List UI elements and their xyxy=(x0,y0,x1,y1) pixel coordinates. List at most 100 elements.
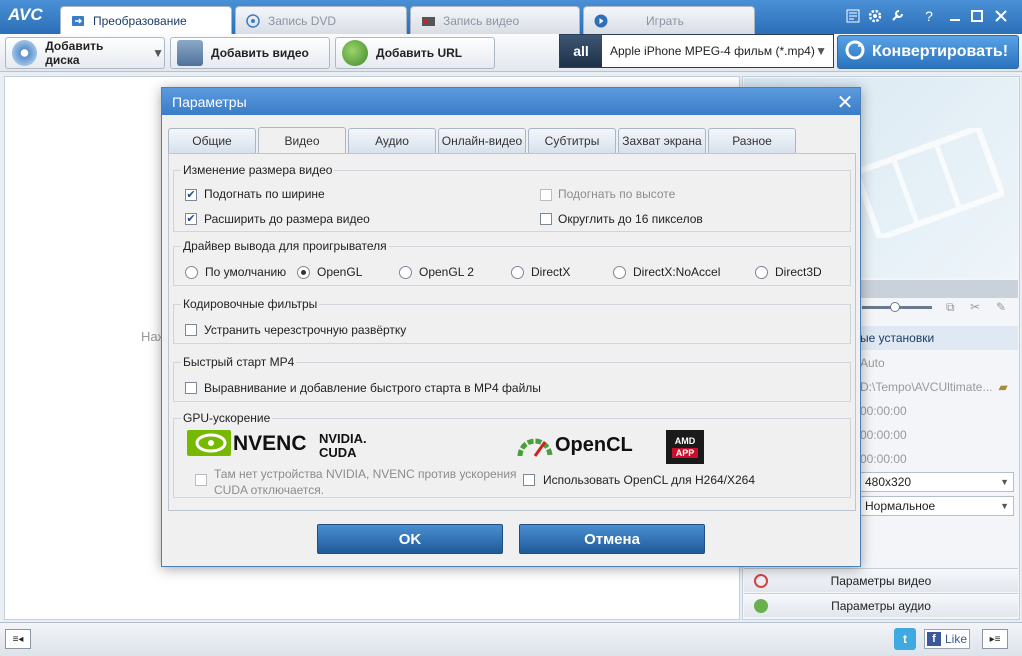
tab-audio[interactable]: Аудио xyxy=(348,128,436,153)
group-title: Изменение размера видео xyxy=(181,163,335,177)
add-video-button[interactable]: Добавить видео xyxy=(170,37,330,69)
tab-record[interactable]: Запись видео xyxy=(410,6,580,34)
resolution-select[interactable]: 480x320 ▼ xyxy=(860,472,1014,492)
video-params-icon xyxy=(754,574,768,588)
amd-app-logo: AMD APP xyxy=(666,430,704,464)
wrench-icon[interactable] xyxy=(886,6,908,26)
group-title: GPU-ускорение xyxy=(181,411,273,425)
tab-general[interactable]: Общие xyxy=(168,128,256,153)
nvenc-logo: NVENC xyxy=(233,432,307,455)
record-icon xyxy=(421,14,435,28)
video-params-label: Параметры видео xyxy=(830,573,932,588)
tab-label: Преобразование xyxy=(93,14,187,28)
scissors-icon[interactable]: ✂ xyxy=(970,300,980,314)
opencl-label: Использовать OpenCL для H264/X264 xyxy=(543,473,756,487)
tab-subtitles[interactable]: Субтитры xyxy=(528,128,616,153)
tab-video[interactable]: Видео xyxy=(258,127,346,154)
deinterlace-checkbox[interactable] xyxy=(185,324,197,336)
chevron-down-icon: ▼ xyxy=(1000,477,1009,487)
add-url-button[interactable]: Добавить URL xyxy=(335,37,495,69)
tab-online-video[interactable]: Онлайн-видео xyxy=(438,128,526,153)
dialog-title: Параметры xyxy=(162,88,860,115)
expand-label: Расширить до размера видео xyxy=(204,212,370,226)
fit-height-checkbox[interactable] xyxy=(540,189,552,201)
setting-value[interactable]: 00:00:00 xyxy=(858,423,1018,447)
tab-convert[interactable]: Преобразование xyxy=(60,6,232,35)
setting-value[interactable]: 00:00:00 xyxy=(858,447,1018,471)
driver-opengl-radio[interactable] xyxy=(297,266,310,279)
ok-button[interactable]: OK xyxy=(317,524,503,554)
deinterlace-label: Устранить черезстрочную развёртку xyxy=(204,323,407,337)
driver-opengl2-label: OpenGL 2 xyxy=(419,265,474,279)
output-profile-select[interactable]: all Apple iPhone MPEG-4 фильм (*.mp4) ▼ xyxy=(559,34,834,68)
globe-plus-icon xyxy=(342,40,368,66)
tools-icon[interactable]: ✎ xyxy=(996,300,1006,314)
play-icon xyxy=(594,14,608,28)
cancel-button[interactable]: Отмена xyxy=(519,524,705,554)
disc-icon xyxy=(246,13,260,28)
tab-screen-capture[interactable]: Захват экрана xyxy=(618,128,706,153)
maximize-icon[interactable] xyxy=(966,6,988,26)
dropdown-arrow-icon[interactable]: ▼ xyxy=(152,46,164,60)
fit-width-checkbox[interactable]: ✔ xyxy=(185,189,197,201)
opencl-logo: OpenCL xyxy=(555,434,633,456)
nvidia-checkbox[interactable] xyxy=(195,474,207,486)
film-strip-icon xyxy=(854,128,1004,238)
volume-handle[interactable] xyxy=(890,302,900,312)
toggle-right-panel-icon[interactable]: ▸≡ xyxy=(982,629,1008,649)
driver-default-radio[interactable] xyxy=(185,266,198,279)
profile-label: Apple iPhone MPEG-4 фильм (*.mp4) xyxy=(610,44,815,58)
nvidia-note-line-1: Там нет устройства NVIDIA, NVENC против … xyxy=(214,467,517,481)
convert-icon xyxy=(71,14,85,28)
close-icon[interactable]: ✕ xyxy=(834,91,856,114)
driver-opengl2-radio[interactable] xyxy=(399,266,412,279)
round16-checkbox[interactable] xyxy=(540,213,552,225)
fit-width-label: Подогнать по ширине xyxy=(204,187,325,201)
close-icon[interactable] xyxy=(990,6,1012,26)
round16-label: Округлить до 16 пикселов xyxy=(558,212,703,226)
quality-select[interactable]: Нормальное ▼ xyxy=(860,496,1014,516)
profile-all-icon: all xyxy=(560,35,602,67)
quality-value: Нормальное xyxy=(865,499,936,513)
film-plus-icon xyxy=(177,40,203,66)
folder-icon[interactable]: ▰ xyxy=(998,380,1007,394)
nvidia-logo: NVIDIA. xyxy=(319,431,367,446)
convert-button[interactable]: Конвертировать! xyxy=(837,35,1019,69)
tab-dvd[interactable]: Запись DVD xyxy=(235,6,407,34)
driver-direct3d-radio[interactable] xyxy=(755,266,768,279)
facebook-like-button[interactable]: f Like xyxy=(924,629,970,649)
setting-value[interactable]: 00:00:00 xyxy=(858,399,1018,423)
settings-dialog: Параметры ✕ Общие Видео Аудио Онлайн-вид… xyxy=(161,87,861,567)
cuda-logo: CUDA xyxy=(319,445,357,460)
opencl-checkbox[interactable] xyxy=(523,474,535,486)
group-title: Быстрый старт MP4 xyxy=(181,355,297,369)
disc-plus-icon xyxy=(12,40,38,66)
snapshot-icon[interactable]: ⧉ xyxy=(946,300,955,315)
status-bar: ≡◂ t f Like ▸≡ xyxy=(0,622,1022,656)
driver-directx-noaccel-radio[interactable] xyxy=(613,266,626,279)
convert-label: Конвертировать! xyxy=(872,43,1009,60)
faststart-checkbox[interactable] xyxy=(185,382,197,394)
toggle-left-panel-icon[interactable]: ≡◂ xyxy=(5,629,31,649)
setting-value[interactable]: D:\Tempo\AVCUltimate... ▰ xyxy=(858,375,1018,399)
audio-params-label: Параметры аудио xyxy=(831,598,931,613)
driver-directx-label: DirectX xyxy=(531,265,571,279)
gear-icon[interactable] xyxy=(864,6,886,26)
audio-params-button[interactable]: Параметры аудио xyxy=(744,593,1018,617)
tab-misc[interactable]: Разное xyxy=(708,128,796,153)
add-url-label: Добавить URL xyxy=(376,46,463,60)
tab-label: Играть xyxy=(646,13,684,28)
settings-header[interactable]: ые установки xyxy=(858,326,1018,350)
expand-checkbox[interactable]: ✔ xyxy=(185,213,197,225)
setting-value[interactable]: Auto xyxy=(858,351,1018,375)
driver-directx-radio[interactable] xyxy=(511,266,524,279)
minimize-icon[interactable] xyxy=(944,6,966,26)
help-icon[interactable]: ? xyxy=(918,6,940,26)
news-icon[interactable] xyxy=(842,6,864,26)
faststart-label: Выравнивание и добавление быстрого старт… xyxy=(204,381,541,395)
twitter-icon[interactable]: t xyxy=(894,628,916,650)
driver-opengl-label: OpenGL xyxy=(317,265,363,279)
video-params-button[interactable]: Параметры видео xyxy=(744,568,1018,592)
add-disc-button[interactable]: Добавить диска ▼ xyxy=(5,37,165,69)
tab-play[interactable]: Играть xyxy=(583,6,755,34)
